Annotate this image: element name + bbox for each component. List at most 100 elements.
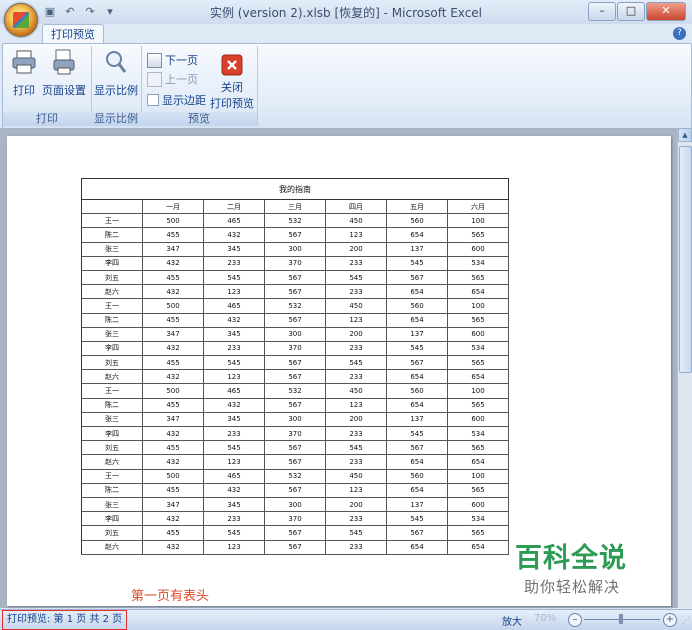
data-cell: 370 bbox=[264, 425, 326, 442]
resize-grip-icon[interactable]: ⋰ bbox=[682, 616, 690, 625]
data-cell: 432 bbox=[203, 397, 265, 413]
data-cell: 654 bbox=[386, 539, 448, 555]
data-cell: 545 bbox=[203, 440, 265, 456]
table-row: 赵六 432 123 567 233 654 654 bbox=[81, 284, 509, 300]
table-row: 陈二 455 432 567 123 654 565 bbox=[81, 312, 509, 328]
prev-page-button[interactable]: 上一页 bbox=[147, 71, 198, 87]
data-cell: 450 bbox=[325, 213, 387, 229]
row-label-cell: 刘五 bbox=[81, 355, 143, 371]
data-cell: 347 bbox=[142, 326, 204, 342]
data-cell: 432 bbox=[203, 312, 265, 328]
tab-print-preview[interactable]: 打印预览 bbox=[42, 24, 104, 44]
page-setup-button[interactable]: 页面设置 bbox=[41, 48, 87, 98]
data-cell: 233 bbox=[203, 425, 265, 442]
zoom-status-label: 放大 bbox=[502, 617, 522, 628]
table-row: 陈二 455 432 567 123 654 565 bbox=[81, 397, 509, 413]
group-print: 打印 页面设置 打印 bbox=[3, 46, 92, 126]
data-cell: 500 bbox=[142, 468, 204, 484]
window-controls: – □ ✕ bbox=[588, 2, 686, 21]
table-row: 李四 432 233 370 233 545 534 bbox=[81, 511, 509, 527]
row-label-cell bbox=[81, 198, 143, 215]
data-cell: 567 bbox=[386, 355, 448, 371]
data-cell: 532 bbox=[264, 383, 326, 399]
data-cell: 545 bbox=[386, 340, 448, 357]
data-cell: 200 bbox=[325, 241, 387, 257]
data-cell: 432 bbox=[142, 511, 204, 527]
page-setup-label: 页面设置 bbox=[42, 84, 86, 97]
ribbon-tab-row: 打印预览 ? bbox=[0, 24, 692, 44]
data-cell: 100 bbox=[447, 213, 509, 229]
annotation-text: 第一页有表头 bbox=[131, 589, 210, 604]
data-cell: 137 bbox=[386, 241, 448, 257]
data-cell: 600 bbox=[447, 411, 509, 428]
zoom-slider-thumb[interactable] bbox=[619, 614, 623, 624]
data-cell: 347 bbox=[142, 496, 204, 513]
vertical-scrollbar[interactable]: ▲ bbox=[677, 128, 692, 608]
next-page-button[interactable]: 下一页 bbox=[147, 52, 198, 68]
maximize-button[interactable]: □ bbox=[617, 2, 645, 21]
show-margins-checkbox[interactable]: 显示边距 bbox=[147, 92, 206, 108]
row-label-cell: 赵六 bbox=[81, 539, 143, 555]
row-label-cell: 张三 bbox=[81, 241, 143, 257]
table-row: 刘五 455 545 567 545 567 565 bbox=[81, 525, 509, 541]
row-label-cell: 刘五 bbox=[81, 269, 143, 286]
data-cell: 345 bbox=[203, 411, 265, 428]
data-cell: 567 bbox=[386, 525, 448, 541]
group-label-zoom: 显示比例 bbox=[91, 112, 141, 126]
close-window-button[interactable]: ✕ bbox=[646, 2, 686, 21]
scroll-up-icon[interactable]: ▲ bbox=[678, 128, 692, 142]
zoom-percent[interactable]: 70% bbox=[534, 613, 556, 624]
data-cell: 565 bbox=[447, 482, 509, 498]
data-cell: 567 bbox=[264, 454, 326, 470]
zoom-out-button[interactable]: – bbox=[568, 613, 582, 627]
data-cell: 534 bbox=[447, 255, 509, 271]
row-label-cell: 刘五 bbox=[81, 440, 143, 456]
data-cell: 370 bbox=[264, 255, 326, 271]
table-row: 王一 500 465 532 450 560 100 bbox=[81, 468, 509, 484]
data-cell: 654 bbox=[447, 369, 509, 385]
data-cell: 300 bbox=[264, 496, 326, 513]
data-cell: 347 bbox=[142, 411, 204, 428]
data-cell: 565 bbox=[447, 397, 509, 413]
data-cell: 545 bbox=[203, 525, 265, 541]
row-label-cell: 张三 bbox=[81, 326, 143, 342]
data-cell: 545 bbox=[386, 511, 448, 527]
data-cell: 455 bbox=[142, 227, 204, 243]
data-cell: 455 bbox=[142, 482, 204, 498]
print-button[interactable]: 打印 bbox=[9, 48, 39, 98]
zoom-button[interactable]: 显示比例 bbox=[93, 48, 139, 98]
table-row: 陈二 455 432 567 123 654 565 bbox=[81, 227, 509, 243]
data-cell: 一月 bbox=[142, 198, 204, 215]
row-label-cell: 王一 bbox=[81, 213, 143, 229]
data-cell: 370 bbox=[264, 340, 326, 357]
page-setup-icon bbox=[53, 49, 75, 75]
zoom-in-button[interactable]: + bbox=[663, 613, 677, 627]
data-cell: 233 bbox=[203, 511, 265, 527]
close-preview-label-2: 打印预览 bbox=[210, 97, 254, 110]
scroll-thumb[interactable] bbox=[679, 146, 692, 373]
data-cell: 233 bbox=[325, 425, 387, 442]
data-cell: 233 bbox=[325, 340, 387, 357]
data-cell: 600 bbox=[447, 326, 509, 342]
watermark-title: 百科全说 bbox=[515, 543, 627, 574]
data-cell: 500 bbox=[142, 383, 204, 399]
data-cell: 233 bbox=[203, 340, 265, 357]
data-cell: 123 bbox=[203, 369, 265, 385]
row-label-cell: 李四 bbox=[81, 340, 143, 357]
table-row: 赵六 432 123 567 233 654 654 bbox=[81, 369, 509, 385]
office-button[interactable] bbox=[4, 3, 38, 37]
data-cell: 532 bbox=[264, 468, 326, 484]
data-cell: 370 bbox=[264, 511, 326, 527]
data-cell: 600 bbox=[447, 496, 509, 513]
data-cell: 100 bbox=[447, 383, 509, 399]
data-cell: 567 bbox=[264, 539, 326, 555]
ribbon: 打印 页面设置 打印 显示比例 显示比例 下一页 上一页 显示边距 关闭 打印预… bbox=[2, 43, 692, 129]
minimize-button[interactable]: – bbox=[588, 2, 616, 21]
group-zoom: 显示比例 显示比例 bbox=[91, 46, 142, 126]
help-icon[interactable]: ? bbox=[673, 27, 686, 40]
watermark-subtitle: 助你轻松解决 bbox=[524, 578, 621, 596]
magnifier-icon bbox=[106, 51, 127, 73]
close-preview-button[interactable]: 关闭 打印预览 bbox=[209, 54, 255, 111]
table-row: 李四 432 233 370 233 545 534 bbox=[81, 340, 509, 357]
row-label-cell: 陈二 bbox=[81, 482, 143, 498]
